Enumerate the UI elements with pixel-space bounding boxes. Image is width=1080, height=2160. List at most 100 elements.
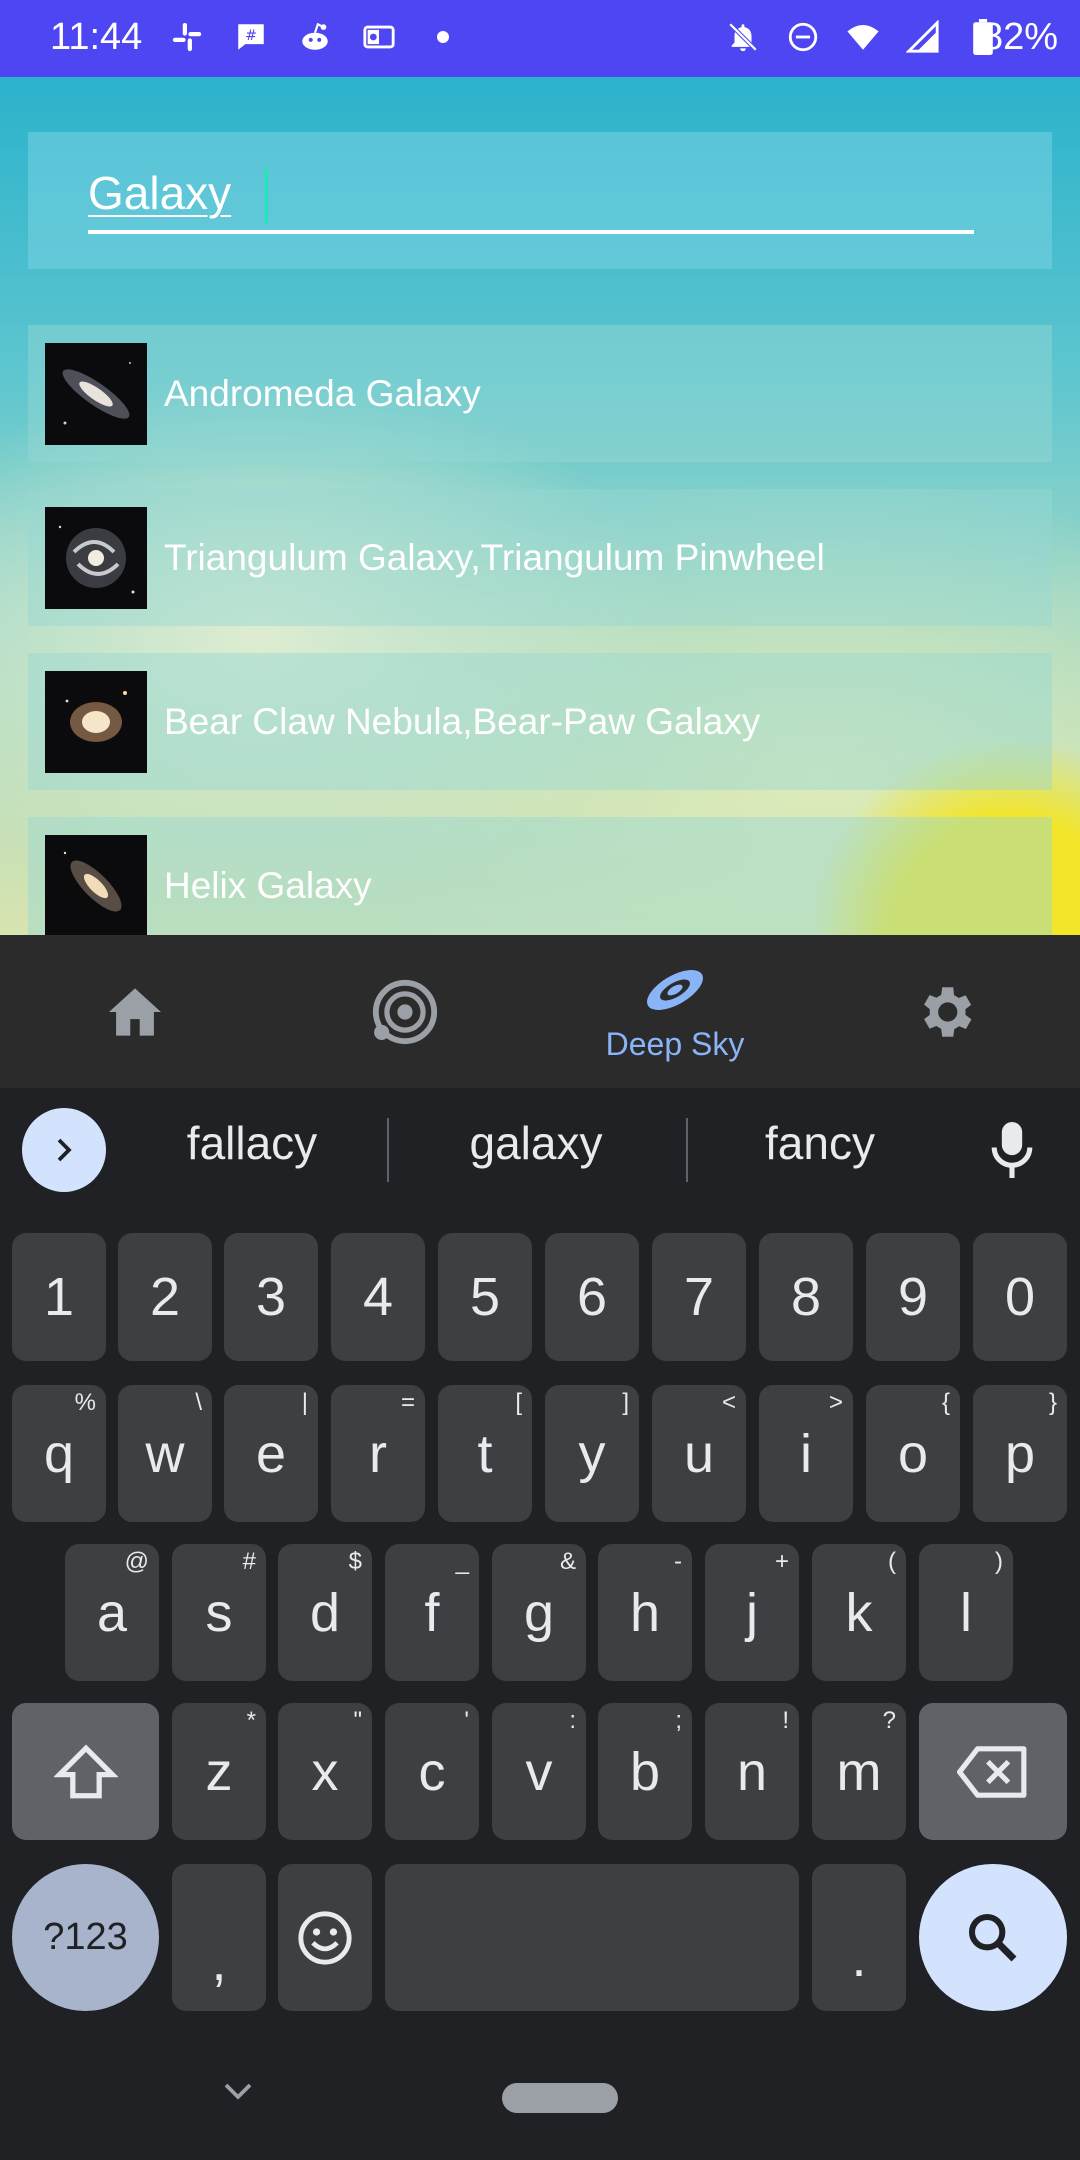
key-5[interactable]: 5 — [438, 1233, 532, 1361]
outlook-icon — [360, 18, 398, 56]
result-label: Andromeda Galaxy — [164, 372, 481, 414]
key-0[interactable]: 0 — [973, 1233, 1067, 1361]
key-b[interactable]: b; — [598, 1703, 692, 1840]
notifications-off-icon — [724, 18, 762, 56]
search-icon — [968, 1913, 1017, 1961]
key-char: . — [851, 1927, 867, 1988]
key-i[interactable]: i > — [759, 1385, 853, 1522]
hide-keyboard-icon[interactable] — [220, 2078, 256, 2109]
key-a[interactable]: a @ — [65, 1544, 159, 1681]
key-char: x — [311, 1741, 339, 1802]
key-o[interactable]: o{ — [866, 1385, 960, 1522]
suggestion-1[interactable]: fallacy — [132, 1116, 372, 1170]
result-item[interactable]: Andromeda Galaxy — [28, 325, 1052, 462]
key-g[interactable]: g & — [492, 1544, 586, 1681]
key-7[interactable]: 7 — [652, 1233, 746, 1361]
suggestion-divider — [686, 1118, 688, 1182]
deep-sky-search-screen: Andromeda Galaxy Triangulum Galaxy,Trian… — [0, 77, 1080, 935]
suggestion-3[interactable]: fancy — [700, 1116, 940, 1170]
key-6[interactable]: 6 — [545, 1233, 639, 1361]
system-icons — [724, 18, 1002, 56]
comma-key[interactable]: , — [172, 1864, 266, 2011]
key-alt-char: > — [828, 1389, 843, 1416]
key-char: l — [960, 1582, 972, 1643]
shift-key[interactable] — [12, 1703, 159, 1840]
key-alt-char: & — [559, 1548, 576, 1575]
key-alt-char: = — [400, 1389, 415, 1416]
key-m[interactable]: m? — [812, 1703, 906, 1840]
key-alt-char: : — [569, 1707, 576, 1734]
suggestion-2[interactable]: galaxy — [416, 1116, 656, 1170]
search-action-key[interactable] — [919, 1864, 1067, 2011]
key-y[interactable]: y] — [545, 1385, 639, 1522]
key-v[interactable]: v: — [492, 1703, 586, 1840]
key-char: s — [205, 1582, 233, 1643]
key-4[interactable]: 4 — [331, 1233, 425, 1361]
period-key[interactable]: . — [812, 1864, 906, 2011]
key-alt-char: | — [301, 1389, 308, 1416]
key-r[interactable]: r = — [331, 1385, 425, 1522]
search-box[interactable] — [28, 132, 1052, 269]
key-alt-char: * — [246, 1707, 256, 1734]
wifi-icon — [844, 18, 882, 56]
key-d[interactable]: d $ — [278, 1544, 372, 1681]
key-char: a — [96, 1582, 128, 1643]
key-s[interactable]: s # — [172, 1544, 266, 1681]
key-f[interactable]: f _ — [385, 1544, 479, 1681]
emoji-icon — [298, 1910, 352, 1965]
key-char: b — [629, 1741, 661, 1802]
symbols-key[interactable]: ?123 — [12, 1864, 159, 2011]
key-1[interactable]: 1 — [12, 1233, 106, 1361]
key-alt-char: % — [74, 1389, 96, 1416]
key-t[interactable]: t[ — [438, 1385, 532, 1522]
key-char: z — [205, 1741, 233, 1802]
microphone-icon[interactable] — [990, 1122, 1034, 1183]
key-alt-char: + — [774, 1548, 789, 1575]
key-w[interactable]: w \ — [118, 1385, 212, 1522]
dot-icon — [424, 18, 462, 56]
do-not-disturb-icon — [784, 18, 822, 56]
space-key[interactable] — [385, 1864, 799, 2011]
key-8[interactable]: 8 — [759, 1233, 853, 1361]
suggestion-divider — [387, 1118, 389, 1182]
key-e[interactable]: e | — [224, 1385, 318, 1522]
search-input[interactable] — [88, 164, 974, 222]
key-char: e — [255, 1423, 287, 1484]
expand-toolbar-button[interactable] — [22, 1108, 106, 1192]
key-p[interactable]: p} — [973, 1385, 1067, 1522]
key-char: m — [836, 1741, 882, 1802]
result-item[interactable]: Helix Galaxy — [28, 817, 1052, 935]
key-char: u — [683, 1423, 715, 1484]
bottom-navigation: Deep Sky — [0, 935, 1080, 1088]
backspace-key[interactable] — [919, 1703, 1067, 1840]
nav-home[interactable] — [0, 935, 270, 1088]
key-alt-char: < — [721, 1389, 736, 1416]
key-2[interactable]: 2 — [118, 1233, 212, 1361]
key-char: y — [578, 1423, 606, 1484]
key-u[interactable]: u < — [652, 1385, 746, 1522]
nav-solar-system[interactable] — [270, 935, 540, 1088]
galaxy-thumbnail — [45, 342, 147, 445]
result-item[interactable]: Bear Claw Nebula,Bear-Paw Galaxy — [28, 653, 1052, 790]
key-k[interactable]: k( — [812, 1544, 906, 1681]
key-q[interactable]: q% — [12, 1385, 106, 1522]
key-char: w — [145, 1423, 185, 1484]
key-c[interactable]: c ' — [385, 1703, 479, 1840]
emoji-key[interactable] — [278, 1864, 372, 2011]
nav-deep-sky[interactable]: Deep Sky — [540, 935, 810, 1088]
key-z[interactable]: z * — [172, 1703, 266, 1840]
key-alt-char: ) — [995, 1548, 1003, 1575]
key-9[interactable]: 9 — [866, 1233, 960, 1361]
suggestion-strip: fallacy galaxy fancy — [0, 1088, 1080, 1210]
key-alt-char: ] — [622, 1389, 629, 1416]
galaxy-thumbnail — [45, 670, 147, 773]
result-item[interactable]: Triangulum Galaxy,Triangulum Pinwheel — [28, 489, 1052, 626]
key-x[interactable]: x " — [278, 1703, 372, 1840]
key-n[interactable]: n! — [705, 1703, 799, 1840]
key-h[interactable]: h- — [598, 1544, 692, 1681]
key-l[interactable]: l) — [919, 1544, 1013, 1681]
nav-settings[interactable] — [810, 935, 1080, 1088]
gesture-handle[interactable] — [502, 2083, 618, 2113]
key-j[interactable]: j + — [705, 1544, 799, 1681]
key-3[interactable]: 3 — [224, 1233, 318, 1361]
